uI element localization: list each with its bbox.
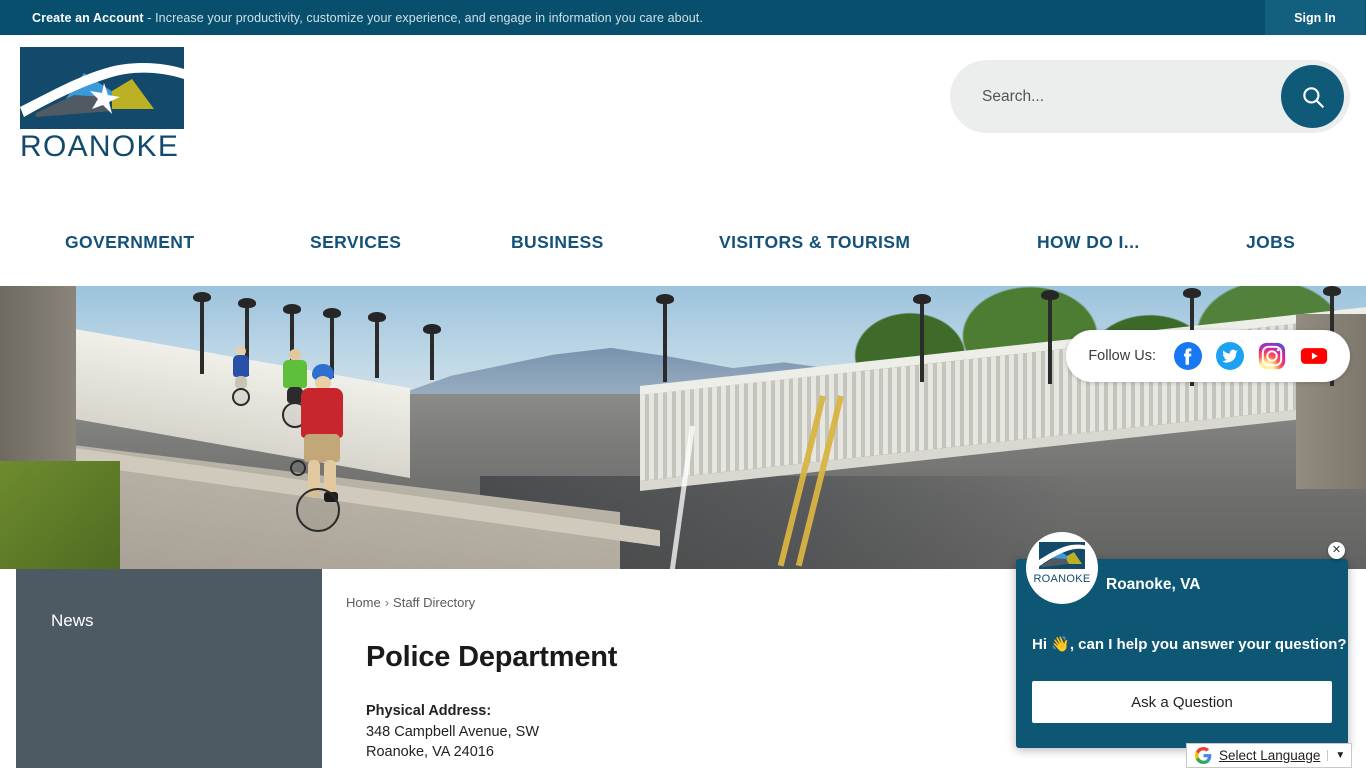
google-translate-widget: Select Language ▼ xyxy=(1186,743,1353,768)
nav-item-jobs[interactable]: JOBS xyxy=(1246,232,1295,253)
page-title: Police Department xyxy=(366,641,618,673)
nav-item-visitors-tourism[interactable]: VISITORS & TOURISM xyxy=(719,232,910,253)
search-input[interactable] xyxy=(982,87,1281,106)
logo-wordmark: ROANOKE xyxy=(20,130,180,163)
sidebar-item-news[interactable]: News xyxy=(51,611,94,631)
main-navigation: GOVERNMENT SERVICES BUSINESS VISITORS & … xyxy=(0,200,1366,285)
chat-greeting-message: Hi 👋, can I help you answer your questio… xyxy=(1032,636,1347,653)
nav-item-government[interactable]: GOVERNMENT xyxy=(65,232,194,253)
hero-grass xyxy=(0,461,120,569)
breadcrumb: Home › Staff Directory xyxy=(346,595,475,610)
facebook-icon[interactable] xyxy=(1174,342,1202,370)
chevron-down-icon[interactable]: ▼ xyxy=(1327,750,1345,761)
sign-in-button[interactable]: Sign In xyxy=(1265,0,1365,35)
top-utility-bar: Create an Account - Increase your produc… xyxy=(0,0,1366,35)
chat-widget: ROANOKE Roanoke, VA Hi 👋, can I help you… xyxy=(1016,532,1348,748)
sidebar-panel: News xyxy=(16,569,322,768)
ask-a-question-button[interactable]: Ask a Question xyxy=(1032,681,1332,723)
google-g-icon xyxy=(1195,747,1212,764)
search-bar xyxy=(950,60,1350,133)
hero-lamp-post xyxy=(193,292,211,374)
create-account-message: Create an Account - Increase your produc… xyxy=(32,11,703,25)
close-icon[interactable]: ✕ xyxy=(1328,542,1345,559)
follow-us-label: Follow Us: xyxy=(1088,348,1156,364)
instagram-icon[interactable] xyxy=(1258,342,1286,370)
roanoke-logo[interactable]: ROANOKE xyxy=(20,47,184,164)
chat-avatar: ROANOKE xyxy=(1026,532,1098,604)
logo-emblem xyxy=(20,47,184,129)
search-button[interactable] xyxy=(1281,65,1344,128)
nav-item-how-do-i[interactable]: HOW DO I... xyxy=(1037,232,1140,253)
twitter-icon[interactable] xyxy=(1216,342,1244,370)
breadcrumb-staff-directory[interactable]: Staff Directory xyxy=(393,595,475,610)
search-icon xyxy=(1302,86,1324,108)
physical-address-label: Physical Address: xyxy=(366,703,492,719)
hero-lamp-post xyxy=(656,294,674,382)
address-line-2: Roanoke, VA 24016 xyxy=(366,744,494,760)
chat-avatar-logo-icon: ROANOKE xyxy=(1033,542,1091,585)
breadcrumb-separator: › xyxy=(384,595,390,610)
create-account-description: - Increase your productivity, customize … xyxy=(143,10,703,25)
hero-lamp-post xyxy=(913,294,931,382)
physical-address-block: Physical Address: 348 Campbell Avenue, S… xyxy=(366,701,539,763)
address-line-1: 348 Campbell Avenue, SW xyxy=(366,723,540,740)
hero-banner-image xyxy=(0,286,1366,569)
hero-lamp-post xyxy=(423,324,441,380)
follow-us-widget: Follow Us: xyxy=(1066,330,1350,382)
breadcrumb-home[interactable]: Home xyxy=(346,595,381,610)
youtube-icon[interactable] xyxy=(1300,342,1328,370)
svg-text:ROANOKE: ROANOKE xyxy=(1033,573,1090,585)
hero-lamp-post xyxy=(368,312,386,378)
chat-title: Roanoke, VA xyxy=(1106,576,1201,593)
nav-item-business[interactable]: BUSINESS xyxy=(511,232,604,253)
hero-lamp-post xyxy=(1041,290,1059,384)
logo-emblem-svg xyxy=(20,47,184,129)
nav-item-services[interactable]: SERVICES xyxy=(310,232,401,253)
create-account-link[interactable]: Create an Account xyxy=(32,11,144,25)
site-header: ROANOKE xyxy=(0,35,1366,200)
select-language-link[interactable]: Select Language xyxy=(1219,748,1320,763)
